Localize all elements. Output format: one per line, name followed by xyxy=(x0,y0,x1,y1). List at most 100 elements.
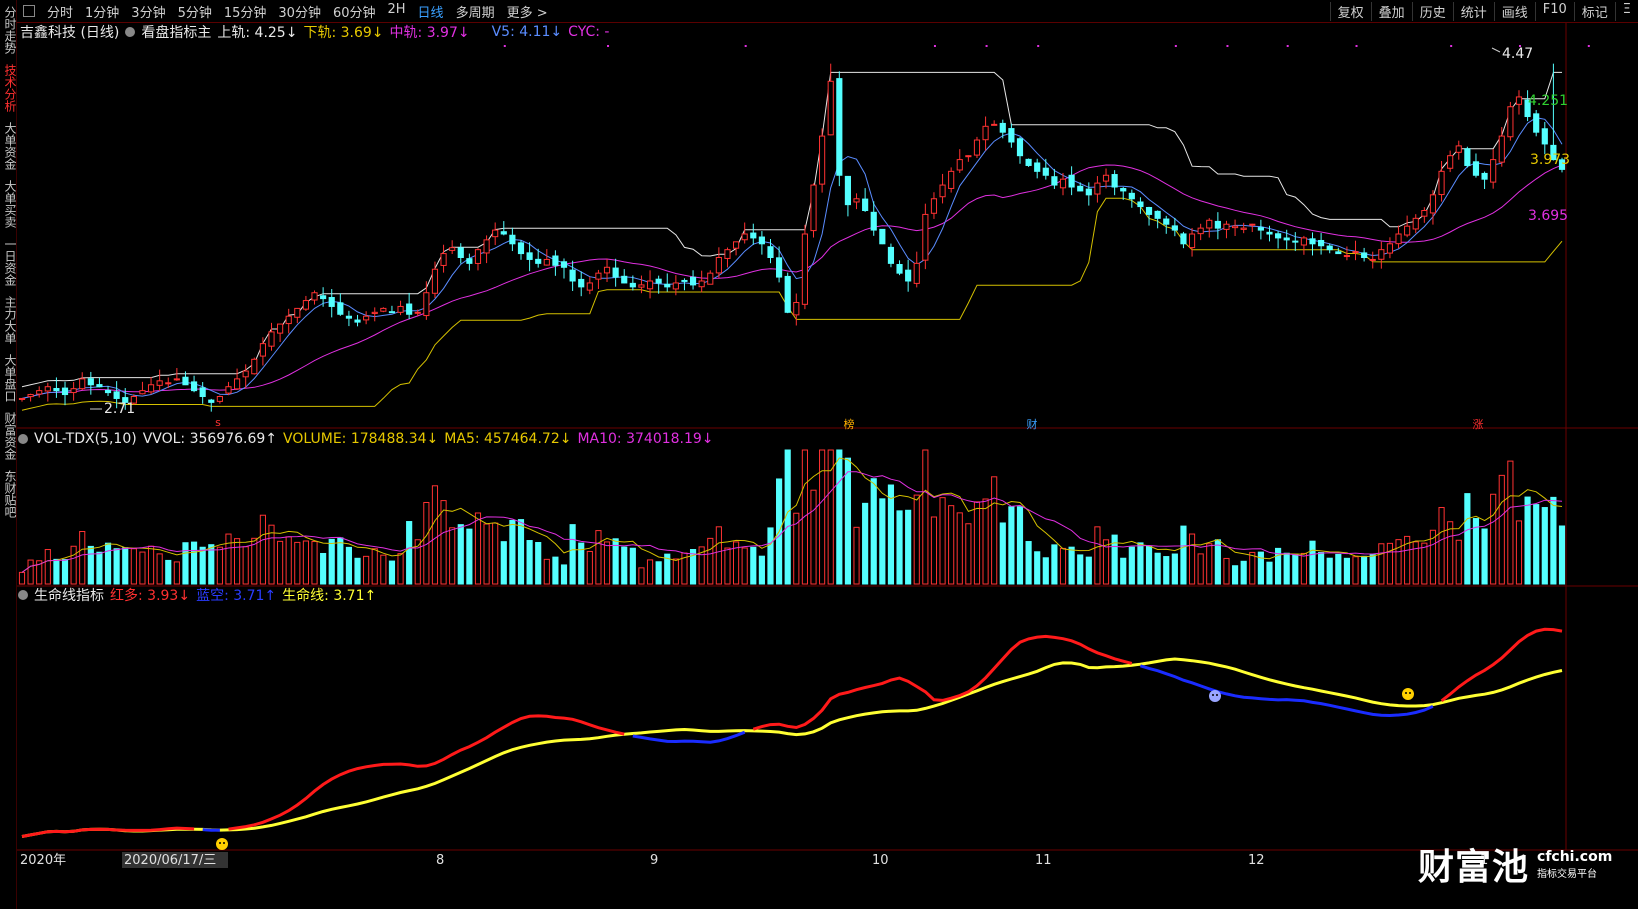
volume-bar-110 xyxy=(965,523,972,585)
volume-bar-179 xyxy=(1558,525,1566,585)
volume-bar-11 xyxy=(113,548,120,585)
candle-body-135 xyxy=(1180,233,1187,245)
volume-bar-8 xyxy=(87,545,94,585)
lower-price-label: 3.695 xyxy=(1528,208,1568,224)
volume-bar-82 xyxy=(724,547,731,585)
candle-body-53 xyxy=(474,249,482,264)
candle-body-49 xyxy=(440,253,447,266)
volume-bar-144 xyxy=(1257,551,1264,585)
candle-body-63 xyxy=(560,261,568,268)
candle-body-126 xyxy=(1102,174,1110,182)
volume-bar-108 xyxy=(948,505,955,585)
volume-bar-87 xyxy=(767,527,774,585)
volume-bar-63 xyxy=(560,564,568,585)
candle-body-99 xyxy=(870,211,877,231)
volume-bar-135 xyxy=(1180,525,1187,585)
signal-face-eye-r-0 xyxy=(223,842,225,844)
volume-bar-152 xyxy=(1326,557,1333,585)
volume-bar-176 xyxy=(1533,504,1540,585)
volume-bar-109 xyxy=(956,512,963,585)
volume-bar-45 xyxy=(406,521,413,585)
candle-body-134 xyxy=(1171,225,1178,231)
volume-bar-153 xyxy=(1335,553,1342,585)
candle-body-152 xyxy=(1326,245,1333,251)
candle-body-74 xyxy=(655,278,662,284)
volume-bar-156 xyxy=(1361,555,1368,585)
volume-bar-25 xyxy=(234,538,241,585)
candle-body-141 xyxy=(1231,225,1239,229)
candle-body-97 xyxy=(853,198,860,203)
xaxis-label-5: 11 xyxy=(1035,853,1052,868)
volume-bar-7 xyxy=(79,531,86,585)
candle-body-81 xyxy=(715,256,722,274)
volume-bar-95 xyxy=(836,449,843,585)
life-signal-segment-2 xyxy=(228,714,625,831)
volume-bar-26 xyxy=(242,546,249,585)
volume-bar-48 xyxy=(431,485,439,585)
volume-bar-171 xyxy=(1490,493,1497,585)
candle-body-100 xyxy=(879,228,886,245)
candle-body-17 xyxy=(165,382,172,385)
candle-body-76 xyxy=(672,282,679,290)
candle-body-118 xyxy=(1034,162,1041,172)
volume-bar-150 xyxy=(1309,540,1316,585)
stock-chart[interactable]: 4.47 4.251 3.973 3.695 2.71 s 榜 财 涨 2020年 2020/06/… xyxy=(0,0,1638,909)
marker-cai: 财 xyxy=(1027,417,1038,431)
volume-bar-9 xyxy=(96,551,103,585)
volume-bar-85 xyxy=(750,546,757,585)
candle-body-2 xyxy=(36,390,43,395)
candle-body-159 xyxy=(1386,243,1394,254)
candle-body-23 xyxy=(216,396,223,402)
candle-body-120 xyxy=(1051,176,1058,186)
signal-dot-1 xyxy=(607,45,610,47)
volume-bar-107 xyxy=(939,497,946,585)
v5-line xyxy=(21,117,1563,399)
candle-body-85 xyxy=(750,232,757,239)
candle-body-7 xyxy=(79,378,86,390)
volume-bar-14 xyxy=(139,551,146,585)
candle-body-124 xyxy=(1085,188,1092,196)
life-yellow-line xyxy=(21,657,1563,838)
candle-body-93 xyxy=(819,135,826,185)
candle-body-15 xyxy=(147,384,155,393)
candle-body-138 xyxy=(1206,219,1213,229)
candle-body-131 xyxy=(1145,206,1153,215)
xaxis-label-1: 2020/06/17/三 xyxy=(124,853,216,868)
candle-body-172 xyxy=(1498,135,1505,163)
candle-body-103 xyxy=(905,269,912,282)
candle-body-168 xyxy=(1464,148,1471,166)
candle-body-36 xyxy=(328,297,335,307)
candle-body-167 xyxy=(1455,145,1462,153)
signal-dot-0 xyxy=(503,45,506,47)
candle-body-50 xyxy=(449,247,456,251)
volume-bar-15 xyxy=(147,545,155,585)
signal-dot-6 xyxy=(1174,45,1177,47)
candle-body-22 xyxy=(208,399,215,403)
volume-bar-147 xyxy=(1283,552,1290,585)
candle-body-10 xyxy=(104,389,112,394)
volume-bar-59 xyxy=(526,540,533,585)
candle-body-68 xyxy=(603,266,611,274)
volume-bar-112 xyxy=(982,498,989,585)
candle-body-20 xyxy=(190,381,198,392)
volume-bar-64 xyxy=(569,524,576,585)
upper-price-label: 4.251 xyxy=(1528,93,1568,109)
candle-body-47 xyxy=(423,292,430,317)
volume-bar-23 xyxy=(216,546,223,585)
volume-bar-118 xyxy=(1034,551,1041,585)
candle-body-9 xyxy=(96,384,103,388)
volume-bar-76 xyxy=(672,558,679,585)
volume-bar-22 xyxy=(208,544,215,585)
candle-body-54 xyxy=(483,239,490,254)
candle-body-133 xyxy=(1163,218,1170,225)
life-signal-segment-5 xyxy=(1139,664,1434,718)
candle-body-72 xyxy=(638,284,645,288)
candle-body-173 xyxy=(1507,106,1514,138)
candle-body-174 xyxy=(1515,96,1523,105)
candle-body-0 xyxy=(18,397,26,400)
candle-body-125 xyxy=(1094,182,1101,195)
candle-body-129 xyxy=(1128,192,1135,200)
volume-bar-143 xyxy=(1249,551,1256,585)
candle-body-8 xyxy=(87,378,94,386)
xaxis-label-0: 2020年 xyxy=(20,853,66,868)
